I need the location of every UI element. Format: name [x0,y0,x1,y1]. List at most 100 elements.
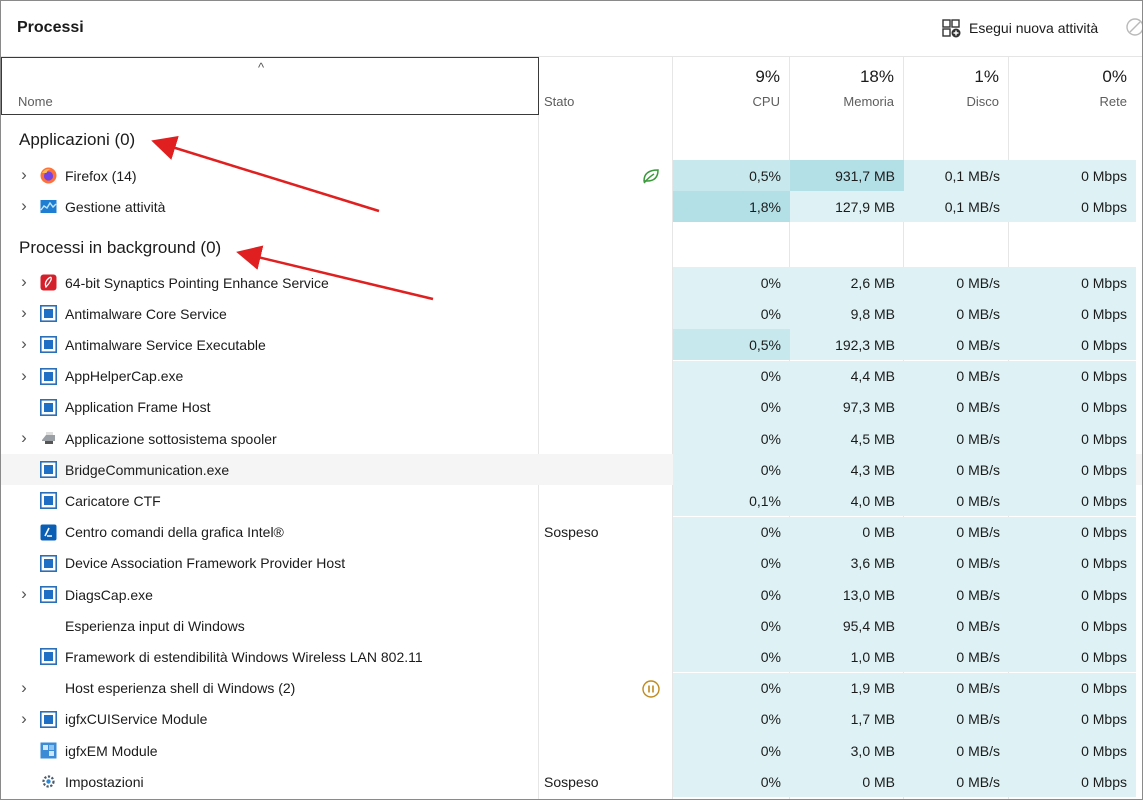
process-name: Centro comandi della grafica Intel® [65,524,284,541]
column-header-memory[interactable]: 18% Memoria [789,57,903,115]
window-icon [40,336,57,354]
window-icon [40,305,57,323]
memory-value: 9,8 MB [790,298,904,330]
process-row[interactable]: Impostazioni Sospeso 0% 0 MB 0 MB/s 0 Mbps [1,766,1142,798]
column-name-label: Nome [18,94,53,109]
process-row[interactable]: BridgeCommunication.exe 0% 4,3 MB 0 MB/s 0 M… [1,454,1142,486]
network-value: 0 Mbps [1009,191,1136,222]
disk-value: 0 MB/s [904,547,1009,579]
memory-value: 1,9 MB [790,672,904,704]
memory-value: 931,7 MB [790,160,904,191]
process-name: Applicazione sottosistema spooler [65,430,277,447]
network-total-percent: 0% [1102,67,1127,86]
column-header-name[interactable]: ^ Nome [1,57,539,115]
chevron-right-icon[interactable]: › [19,196,29,215]
process-row[interactable]: › igfxCUIService Module 0% 1,7 MB 0 MB/s 0 Mb… [1,703,1142,735]
network-value: 0 Mbps [1009,329,1136,361]
network-value: 0 Mbps [1009,703,1136,735]
window-icon [40,461,57,479]
process-name: Gestione attività [65,198,166,215]
chevron-right-icon[interactable]: › [19,584,29,603]
disk-value: 0 MB/s [904,735,1009,766]
window-icon [40,398,57,416]
process-row[interactable]: Device Association Framework Provider Ho… [1,547,1142,579]
disk-value: 0 MB/s [904,454,1009,486]
cpu-value: 0% [673,703,790,735]
memory-value: 1,0 MB [790,641,904,673]
cpu-value: 0,5% [673,160,790,191]
task-manager-icon [40,198,57,215]
process-row[interactable]: › AppHelperCap.exe 0% 4,4 MB 0 MB/s 0 Mbps [1,360,1142,392]
process-name: Caricatore CTF [65,492,161,509]
chevron-right-icon[interactable]: › [19,678,29,697]
chevron-right-icon[interactable]: › [19,272,29,291]
process-row[interactable]: › Antimalware Core Service 0% 9,8 MB 0 MB/s 0… [1,298,1142,330]
cpu-value: 0% [673,516,790,548]
group-title-apps[interactable]: Applicazioni (0) [19,130,135,150]
process-row[interactable]: Caricatore CTF 0,1% 4,0 MB 0 MB/s 0 Mbps [1,485,1142,517]
disk-value: 0 MB/s [904,516,1009,548]
window-icon [40,710,57,728]
memory-value: 1,7 MB [790,703,904,735]
process-row[interactable]: › Antimalware Service Executable 0,5% 192,3… [1,329,1142,361]
process-row[interactable]: Centro comandi della grafica Intel® Sospe… [1,516,1142,548]
column-header-disk[interactable]: 1% Disco [903,57,1008,115]
memory-value: 192,3 MB [790,329,904,361]
chevron-right-icon[interactable]: › [19,303,29,322]
network-value: 0 Mbps [1009,641,1136,673]
network-value: 0 Mbps [1009,610,1136,642]
cpu-value: 0% [673,298,790,330]
chevron-right-icon[interactable]: › [19,366,29,385]
memory-value: 95,4 MB [790,610,904,642]
sort-ascending-icon: ^ [258,60,265,75]
top-bar: Processi Esegui nuova attività [1,1,1142,57]
cpu-value: 0% [673,391,790,423]
run-new-task-button[interactable]: Esegui nuova attività [941,15,1098,41]
disk-total-percent: 1% [974,67,999,86]
process-row[interactable]: Application Frame Host 0% 97,3 MB 0 MB/s 0 M… [1,391,1142,423]
chevron-right-icon[interactable]: › [19,334,29,353]
cpu-value: 0% [673,547,790,579]
task-manager-window: Processi Esegui nuova attività ^ Nome St… [0,0,1143,800]
network-value: 0 Mbps [1009,735,1136,766]
process-name: 64-bit Synaptics Pointing Enhance Servic… [65,274,329,291]
process-row[interactable]: › Firefox (14) 0,5% 931,7 MB 0,1 MB/s 0 Mbps [1,160,1142,191]
disk-value: 0 MB/s [904,641,1009,673]
window-icon [40,586,57,603]
window-icon [40,367,57,385]
process-row[interactable]: igfxEM Module 0% 3,0 MB 0 MB/s 0 Mbps [1,735,1142,766]
disk-value: 0,1 MB/s [904,160,1009,191]
process-row[interactable]: Framework di estendibilità Windows Wirel… [1,641,1142,673]
memory-value: 127,9 MB [790,191,904,222]
memory-value: 0 MB [790,516,904,548]
window-icon [40,492,57,510]
cpu-value: 0% [673,454,790,486]
column-header-cpu[interactable]: 9% CPU [672,57,789,115]
cpu-total-percent: 9% [755,67,780,86]
chevron-right-icon[interactable]: › [19,428,29,447]
chevron-right-icon[interactable]: › [19,709,29,728]
process-row[interactable]: › DiagsCap.exe 0% 13,0 MB 0 MB/s 0 Mbps [1,579,1142,610]
process-name: Firefox (14) [65,167,137,184]
network-value: 0 Mbps [1009,360,1136,392]
process-row[interactable]: › 64-bit Synaptics Pointing Enhance Servi… [1,267,1142,298]
window-icon [40,554,57,572]
group-title-background[interactable]: Processi in background (0) [19,238,221,258]
chevron-right-icon[interactable]: › [19,165,29,184]
column-header-network[interactable]: 0% Rete [1008,57,1136,115]
process-row[interactable]: › Applicazione sottosistema spooler 0% 4,5 … [1,423,1142,454]
disk-value: 0 MB/s [904,360,1009,392]
disk-value: 0 MB/s [904,766,1009,798]
cpu-value: 1,8% [673,191,790,222]
memory-value: 97,3 MB [790,391,904,423]
process-row[interactable]: › Gestione attività 1,8% 127,9 MB 0,1 MB/s 0 … [1,191,1142,222]
process-name: igfxCUIService Module [65,711,208,728]
memory-value: 4,5 MB [790,423,904,454]
efficiency-mode-icon[interactable] [1125,17,1143,37]
network-column-label: Rete [1099,94,1127,109]
process-row[interactable]: Esperienza input di Windows 0% 95,4 MB 0 MB… [1,610,1142,642]
memory-value: 3,6 MB [790,547,904,579]
column-header-status[interactable]: Stato [539,57,672,115]
process-row[interactable]: › Host esperienza shell di Windows (2) 0% 1… [1,672,1142,704]
column-status-label: Stato [544,94,575,109]
